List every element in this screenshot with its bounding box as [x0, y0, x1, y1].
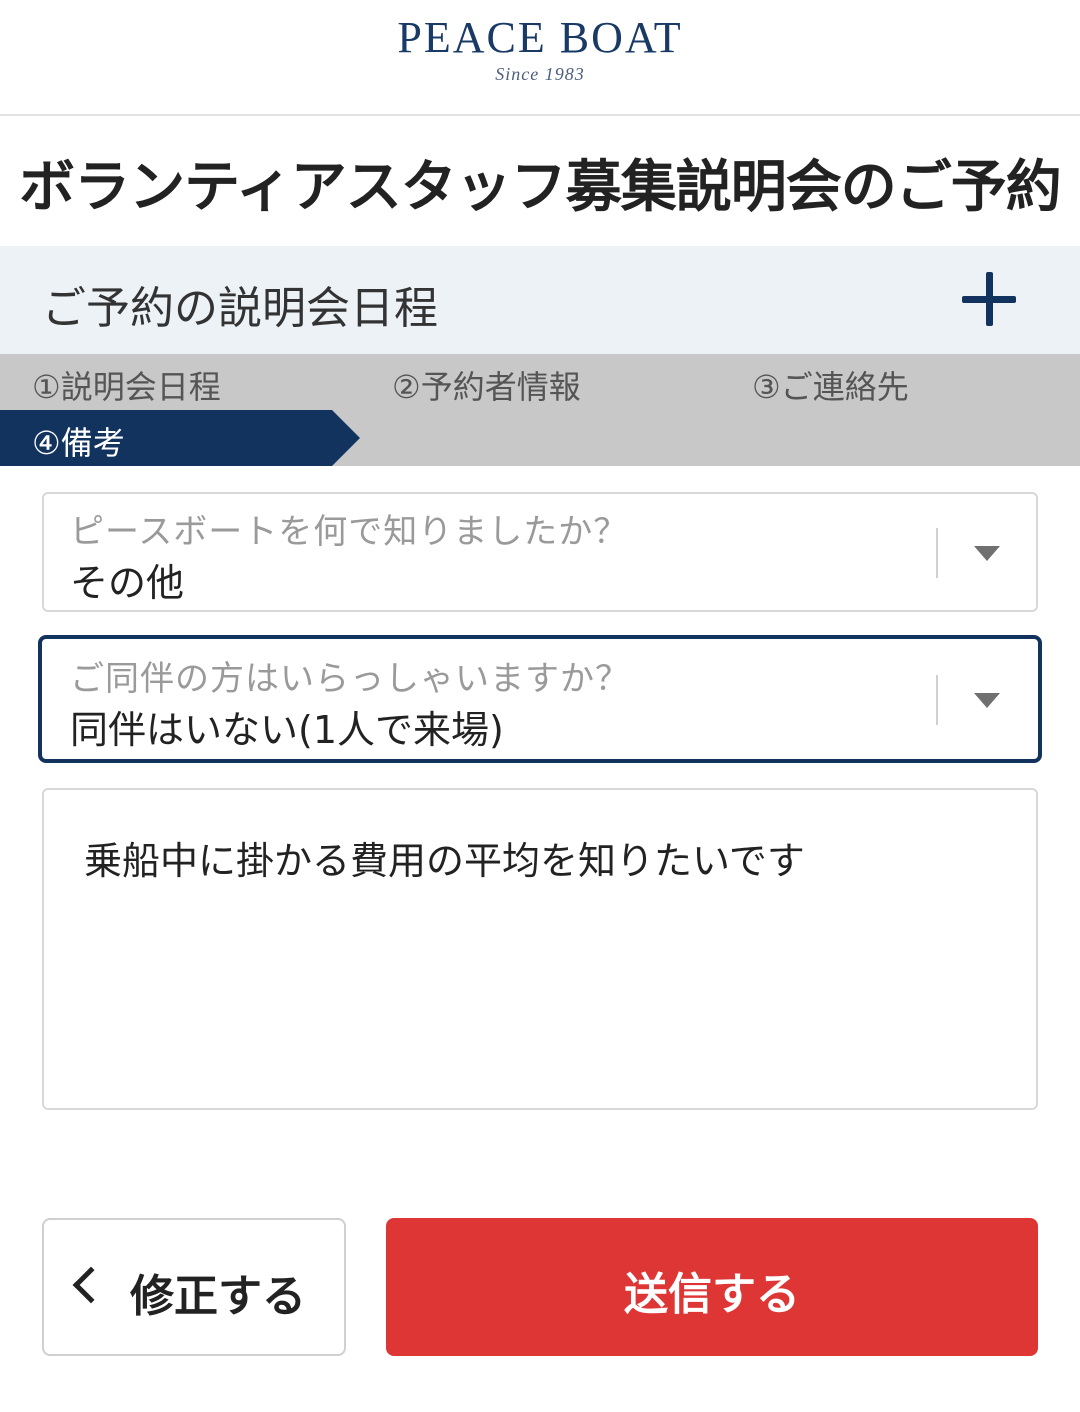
- referral-select[interactable]: ピースボートを何で知りましたか？ その他: [42, 492, 1038, 612]
- referral-select-value: その他: [70, 561, 185, 605]
- submit-button[interactable]: 送信する: [386, 1218, 1038, 1356]
- select-divider: [936, 675, 938, 725]
- companion-select[interactable]: ご同伴の方はいらっしゃいますか？ 同伴はいない(1人で来場): [38, 635, 1042, 763]
- site-header: PEACE BOAT Since 1983: [0, 0, 1080, 116]
- chevron-left-icon: [72, 1266, 110, 1304]
- back-edit-button[interactable]: 修正する: [42, 1218, 346, 1356]
- back-edit-label: 修正する: [130, 1271, 306, 1322]
- step-3-contact: ③ご連絡先: [752, 368, 909, 406]
- referral-select-label: ピースボートを何で知りましたか？: [70, 512, 629, 552]
- schedule-accordion[interactable]: ご予約の説明会日程: [0, 246, 1080, 354]
- step-indicator: ①説明会日程 ②予約者情報 ③ご連絡先 ④備考: [0, 354, 1080, 466]
- notes-textarea[interactable]: 乗船中に掛かる費用の平均を知りたいです: [42, 788, 1038, 1110]
- logo-since-text: Since 1983: [495, 64, 585, 84]
- peace-boat-logo[interactable]: PEACE BOAT: [0, 12, 1080, 63]
- companion-select-value: 同伴はいない(1人で来場): [70, 708, 504, 752]
- step-2-applicant-info: ②予約者情報: [392, 368, 581, 406]
- companion-select-label: ご同伴の方はいらっしゃいますか？: [70, 659, 630, 699]
- notes-textarea-value: 乗船中に掛かる費用の平均を知りたいです: [84, 839, 805, 883]
- select-divider: [936, 528, 938, 578]
- accordion-label: ご予約の説明会日程: [42, 283, 438, 334]
- page-title: ボランティアスタッフ募集説明会のご予約: [19, 155, 1062, 220]
- step-1-schedule: ①説明会日程: [32, 368, 221, 406]
- chevron-down-icon: [974, 693, 1000, 708]
- step-4-notes: ④備考: [32, 424, 125, 462]
- chevron-down-icon: [974, 546, 1000, 561]
- plus-icon[interactable]: [962, 272, 1016, 326]
- submit-label: 送信する: [624, 1269, 800, 1320]
